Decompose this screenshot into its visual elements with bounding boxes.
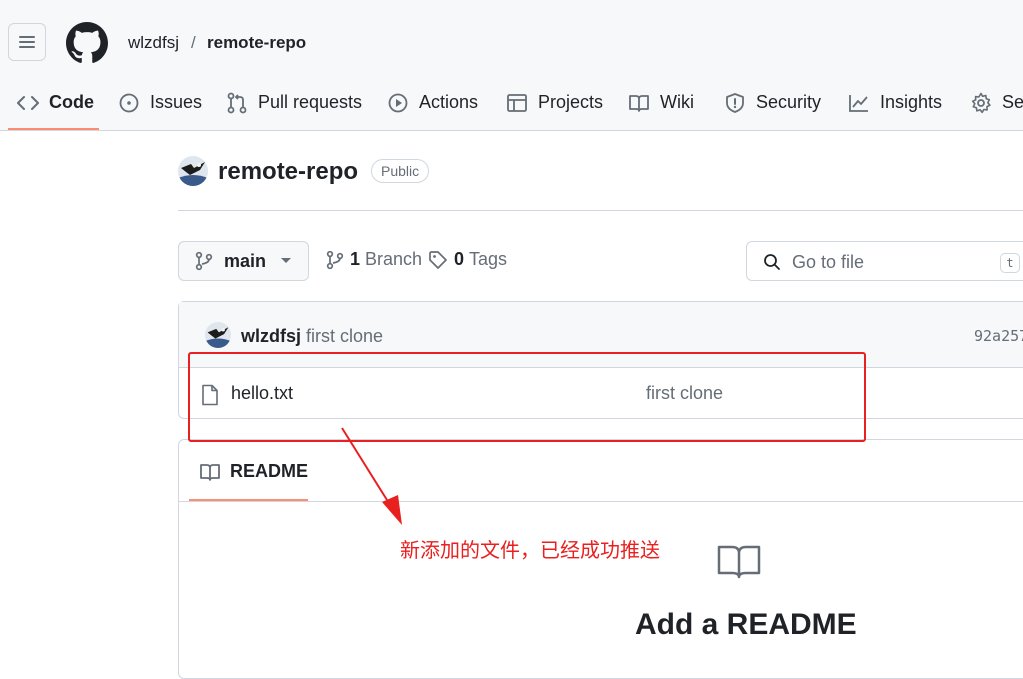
breadcrumb-repo[interactable]: remote-repo: [207, 33, 306, 53]
gear-icon: [971, 92, 991, 113]
tab-actions[interactable]: Actions: [387, 80, 478, 125]
tab-projects-label: Projects: [538, 92, 604, 112]
breadcrumb-owner[interactable]: wlzdfsj: [128, 33, 179, 53]
visibility-badge: Public: [371, 159, 430, 183]
pull-request-icon: [227, 92, 247, 113]
branch-icon: [326, 250, 344, 269]
tab-security-label: Security: [756, 92, 822, 112]
breadcrumb-separator: /: [191, 33, 196, 52]
branch-count: 1: [350, 249, 361, 269]
github-logo-icon[interactable]: [66, 22, 108, 64]
go-to-file-input[interactable]: Go to file t: [746, 241, 1023, 281]
tab-security[interactable]: Security: [724, 80, 821, 125]
tab-actions-label: Actions: [419, 92, 479, 112]
commit-message[interactable]: first clone: [306, 326, 383, 347]
readme-divider: [179, 501, 1023, 502]
tab-issues[interactable]: Issues: [118, 80, 202, 125]
repo-header: wlzdfsj / remote-repo Code Issues Pull r…: [0, 0, 1023, 131]
annotation-label: 新添加的文件，已经成功推送: [400, 538, 660, 562]
tab-issues-label: Issues: [150, 92, 203, 112]
tags-link[interactable]: 0 Tags: [428, 249, 507, 270]
eagle-avatar-icon: [178, 156, 208, 186]
tag-count-label: Tags: [469, 249, 508, 269]
commit-sha[interactable]: 92a257: [974, 327, 1023, 345]
tab-settings[interactable]: Settings: [970, 80, 1023, 125]
tab-pull-requests[interactable]: Pull requests: [226, 80, 362, 125]
book-icon: [629, 94, 649, 112]
tab-insights-label: Insights: [880, 92, 943, 112]
branch-name: main: [224, 250, 267, 271]
book-icon: [717, 545, 761, 579]
tag-count: 0: [454, 249, 465, 269]
tab-code[interactable]: Code: [17, 80, 94, 125]
branch-icon: [195, 251, 213, 271]
graph-icon: [849, 94, 868, 112]
play-icon: [388, 93, 408, 112]
tab-wiki-label: Wiki: [660, 92, 694, 112]
tab-code-label: Code: [49, 92, 94, 112]
tab-pull-requests-label: Pull requests: [258, 92, 363, 112]
eagle-avatar-icon: [205, 322, 231, 348]
annotation-highlight-box: [188, 352, 866, 442]
readme-tab[interactable]: README: [199, 461, 308, 482]
search-icon: [764, 254, 780, 270]
global-menu-button[interactable]: [8, 23, 46, 61]
code-icon: [17, 95, 39, 110]
repo-nav: Code Issues Pull requests Actions Projec…: [0, 80, 1023, 131]
owner-avatar[interactable]: [178, 156, 208, 186]
keyboard-shortcut-hint: t: [1000, 253, 1020, 273]
tab-projects[interactable]: Projects: [506, 80, 603, 125]
branches-link[interactable]: 1 Branch: [326, 249, 422, 270]
readme-tab-label: README: [230, 461, 309, 481]
commit-author-avatar[interactable]: [205, 322, 231, 348]
tag-icon: [429, 250, 447, 269]
active-tab-indicator: [8, 128, 99, 130]
search-placeholder: Go to file: [792, 252, 865, 272]
tab-wiki[interactable]: Wiki: [628, 80, 694, 125]
book-icon: [200, 463, 220, 481]
repo-title[interactable]: remote-repo: [218, 158, 358, 186]
branch-select-button[interactable]: main: [178, 241, 309, 281]
branch-count-label: Branch: [365, 249, 423, 269]
tab-insights[interactable]: Insights: [848, 80, 942, 125]
commit-author[interactable]: wlzdfsj: [241, 326, 301, 347]
tab-settings-label: Settings: [1002, 92, 1023, 112]
hamburger-icon: [19, 36, 35, 48]
shield-icon: [726, 92, 744, 113]
table-icon: [507, 93, 527, 112]
visibility-badge-label: Public: [381, 163, 420, 179]
title-divider: [178, 210, 1023, 211]
issue-icon: [119, 93, 139, 112]
caret-down-icon: [281, 258, 292, 263]
readme-heading: Add a README: [635, 608, 857, 641]
